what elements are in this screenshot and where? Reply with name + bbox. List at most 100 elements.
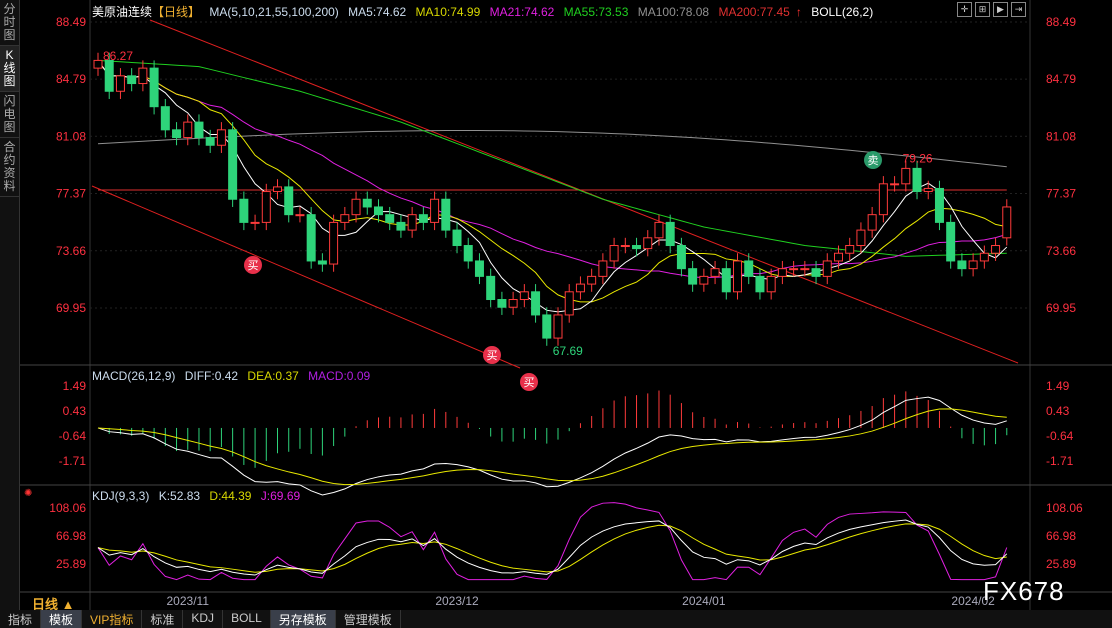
candle-body: [957, 260, 967, 270]
low-label: 67.69: [553, 344, 583, 358]
candle-body: [519, 291, 529, 301]
candle-body: [654, 221, 664, 239]
price-tick: 77.37: [1046, 187, 1076, 201]
macd-tick: 0.43: [1046, 404, 1070, 418]
watermark: FX678: [983, 576, 1065, 606]
macd-diff: DIFF:0.42: [184, 369, 239, 383]
price-tick: 84.79: [56, 72, 86, 86]
price-tick: 81.08: [1046, 129, 1076, 143]
candle-body: [340, 214, 350, 223]
arrow-up-icon: ↑: [795, 5, 802, 19]
candle-body: [306, 214, 316, 262]
price-tick: 81.08: [56, 129, 86, 143]
candle-body: [295, 214, 305, 217]
candle-body: [643, 237, 653, 250]
ma10-value: MA10:74.99: [415, 5, 481, 19]
macd-tick: -0.64: [59, 429, 87, 443]
tab-save-template[interactable]: 另存模板: [270, 610, 336, 628]
candle-body: [127, 75, 137, 85]
candle-body: [766, 275, 776, 293]
macd-label[interactable]: MACD(26,12,9): [92, 369, 175, 383]
kdj-k-line: [97, 519, 1008, 576]
ma55-value: MA55:73.53: [563, 5, 629, 19]
candle-body: [216, 129, 226, 146]
macd-tick: 1.49: [63, 379, 87, 393]
candle-body: [486, 275, 496, 301]
candle-body: [934, 187, 944, 223]
tab-vip-indicator[interactable]: VIP指标: [82, 610, 143, 628]
kdj-tick: 25.89: [56, 557, 86, 571]
candle-body: [228, 129, 238, 200]
sell-signal-text: 卖: [868, 154, 879, 167]
candle-body: [183, 121, 193, 139]
crosshair-icon[interactable]: ✛: [957, 2, 972, 17]
candle-body: [93, 59, 103, 69]
candle-body: [149, 67, 159, 108]
date-label: 2023/12: [435, 594, 479, 608]
play-icon[interactable]: ▶: [993, 2, 1008, 17]
tab-standard[interactable]: 标准: [142, 610, 184, 628]
kline-chart[interactable]: 88.49 88.49 84.79 84.79 81.08 81.08 77.37 77.37…: [0, 0, 1112, 610]
tab-indicator[interactable]: 指标: [0, 610, 42, 628]
kdj-tick: 66.98: [1046, 529, 1076, 543]
kdj-tick: 108.06: [49, 501, 86, 515]
recent-high-label: 79.26: [903, 151, 933, 165]
period-button[interactable]: 日线 ▲: [22, 594, 87, 612]
candle-body: [452, 229, 462, 247]
kdj-label[interactable]: KDJ(9,3,3): [92, 489, 149, 503]
indicator-settings-icon[interactable]: ✺: [24, 488, 32, 499]
tab-boll[interactable]: BOLL: [223, 610, 271, 628]
zoom-in-icon[interactable]: ⊞: [975, 2, 990, 17]
candle-body: [890, 183, 900, 186]
macd-tick: -1.71: [1046, 454, 1074, 468]
candle-body: [721, 268, 731, 293]
tab-template[interactable]: 模板: [41, 610, 83, 628]
macd-tick: 1.49: [1046, 379, 1070, 393]
tab-kdj[interactable]: KDJ: [183, 610, 224, 628]
candle-body: [688, 268, 698, 285]
candle-body: [351, 198, 361, 216]
bottom-tabs: 指标 模板 VIP指标 标准 KDJ BOLL 另存模板 管理模板: [0, 610, 1112, 628]
macd-dea: DEA:0.37: [247, 369, 299, 383]
candle-body: [632, 245, 642, 250]
candle-body: [239, 198, 249, 223]
candle-body: [497, 299, 507, 308]
instrument-title: 美原油连续: [92, 5, 153, 19]
price-tick: 84.79: [1046, 72, 1076, 86]
candle-body: [564, 291, 574, 316]
candle-body: [923, 187, 933, 193]
ma-label[interactable]: MA(5,10,21,55,100,200): [209, 5, 338, 19]
candle-body: [553, 314, 563, 339]
diff-line: [97, 396, 1007, 496]
kdj-k: K:52.83: [158, 489, 201, 503]
candle-body: [205, 137, 215, 146]
high-label: 86.27: [103, 49, 133, 63]
candle-body: [699, 275, 709, 285]
candle-body: [430, 198, 440, 223]
candle-body: [284, 186, 294, 216]
ma5-value: MA5:74.62: [348, 5, 407, 19]
candle-body: [194, 121, 204, 139]
candle-body: [968, 260, 978, 270]
candle-body: [474, 260, 484, 277]
candle-body: [979, 252, 989, 262]
exit-icon[interactable]: ⇥: [1011, 2, 1026, 17]
dea-line: [97, 408, 1007, 486]
candle-body: [1002, 206, 1012, 239]
kdj-header: KDJ(9,3,3) K:52.83 D:44.39 J:69.69: [92, 489, 306, 503]
candle-body: [620, 245, 630, 248]
kdj-tick: 66.98: [56, 529, 86, 543]
date-label: 2023/11: [167, 594, 210, 608]
kdj-tick: 25.89: [1046, 557, 1076, 571]
candle-body: [676, 245, 686, 270]
boll-label[interactable]: BOLL(26,2): [811, 5, 873, 19]
ma21-value: MA21:74.62: [489, 5, 555, 19]
candle-body: [115, 75, 125, 92]
tab-manage-template[interactable]: 管理模板: [336, 610, 401, 628]
candle-body: [665, 221, 675, 247]
candle-body: [317, 260, 327, 265]
candle-body: [733, 260, 743, 293]
candle-body: [250, 221, 260, 224]
candle-body: [160, 106, 170, 131]
chart-header: 美原油连续【日线】 MA(5,10,21,55,100,200) MA5:74.…: [92, 3, 879, 20]
